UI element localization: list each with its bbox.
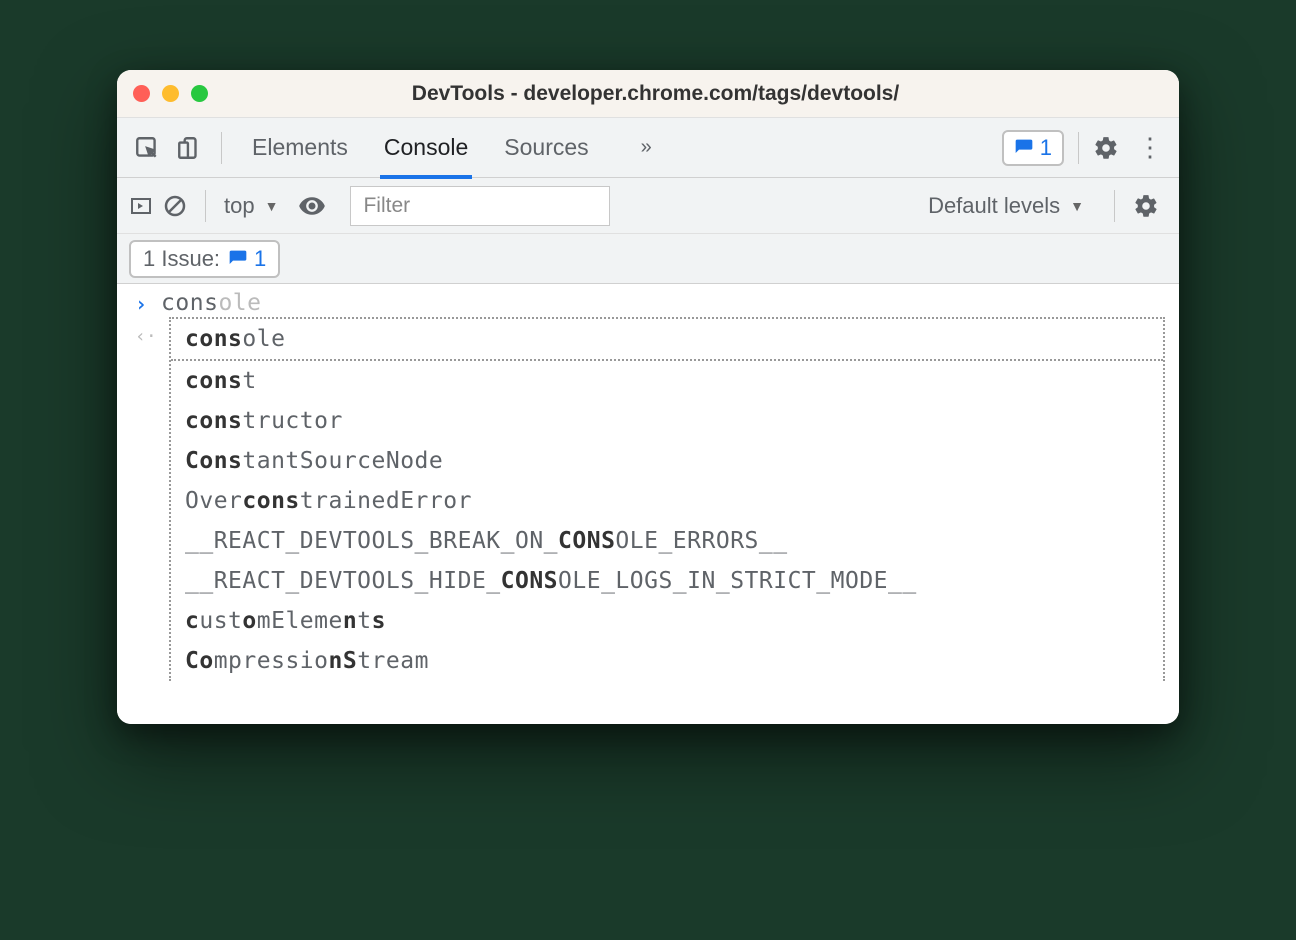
- main-toolbar: Elements Console Sources » 1 ⋮: [117, 118, 1179, 178]
- divider: [1114, 190, 1115, 222]
- tab-sources[interactable]: Sources: [500, 118, 592, 177]
- log-levels-selector[interactable]: Default levels ▼: [928, 193, 1084, 219]
- context-selector[interactable]: top ▼: [224, 193, 278, 219]
- maximize-window-button[interactable]: [191, 85, 208, 102]
- more-tabs-icon[interactable]: »: [641, 136, 652, 159]
- return-icon: ‹·: [135, 326, 157, 347]
- devtools-window: DevTools - developer.chrome.com/tags/dev…: [117, 70, 1179, 724]
- window-title: DevTools - developer.chrome.com/tags/dev…: [228, 82, 1163, 106]
- console-input-text: console: [161, 290, 261, 316]
- issues-badge[interactable]: 1: [1002, 130, 1064, 166]
- traffic-lights: [133, 85, 208, 102]
- issues-row: 1 Issue: 1: [117, 234, 1179, 284]
- close-window-button[interactable]: [133, 85, 150, 102]
- prompt-icon: ›: [135, 292, 147, 316]
- autocomplete-item[interactable]: OverconstrainedError: [171, 481, 1163, 521]
- panel-tabs: Elements Console Sources »: [248, 118, 652, 177]
- divider: [221, 132, 222, 164]
- settings-icon[interactable]: [1093, 135, 1127, 161]
- issue-count: 1: [228, 246, 266, 272]
- levels-label: Default levels: [928, 193, 1060, 219]
- issues-count: 1: [1040, 135, 1052, 161]
- toggle-sidebar-icon[interactable]: [129, 194, 153, 218]
- console-toolbar: top ▼ Default levels ▼: [117, 178, 1179, 234]
- titlebar: DevTools - developer.chrome.com/tags/dev…: [117, 70, 1179, 118]
- clear-console-icon[interactable]: [163, 194, 187, 218]
- autocomplete-item[interactable]: customElements: [171, 601, 1163, 641]
- inspect-element-icon[interactable]: [129, 130, 165, 166]
- device-toggle-icon[interactable]: [171, 130, 207, 166]
- autocomplete-item[interactable]: console: [171, 319, 1163, 361]
- more-options-icon[interactable]: ⋮: [1133, 132, 1167, 163]
- autocomplete-item[interactable]: __REACT_DEVTOOLS_BREAK_ON_CONSOLE_ERRORS…: [171, 521, 1163, 561]
- console-settings-icon[interactable]: [1133, 193, 1167, 219]
- chevron-down-icon: ▼: [265, 198, 279, 214]
- autocomplete-item[interactable]: __REACT_DEVTOOLS_HIDE_CONSOLE_LOGS_IN_ST…: [171, 561, 1163, 601]
- divider: [1078, 132, 1079, 164]
- filter-input[interactable]: [350, 186, 610, 226]
- chevron-down-icon: ▼: [1070, 198, 1084, 214]
- autocomplete-popup: consoleconstconstructorConstantSourceNod…: [169, 317, 1165, 681]
- issue-pill[interactable]: 1 Issue: 1: [129, 240, 280, 278]
- issue-label: 1 Issue:: [143, 246, 220, 272]
- autocomplete-item[interactable]: ConstantSourceNode: [171, 441, 1163, 481]
- autocomplete-item[interactable]: CompressionStream: [171, 641, 1163, 681]
- autocomplete-item[interactable]: const: [171, 361, 1163, 401]
- tab-console[interactable]: Console: [380, 118, 472, 179]
- console-body: › console ‹· consoleconstconstructorCons…: [117, 284, 1179, 724]
- divider: [205, 190, 206, 222]
- live-expression-icon[interactable]: [298, 192, 326, 220]
- minimize-window-button[interactable]: [162, 85, 179, 102]
- autocomplete-item[interactable]: constructor: [171, 401, 1163, 441]
- context-label: top: [224, 193, 255, 219]
- tab-elements[interactable]: Elements: [248, 118, 352, 177]
